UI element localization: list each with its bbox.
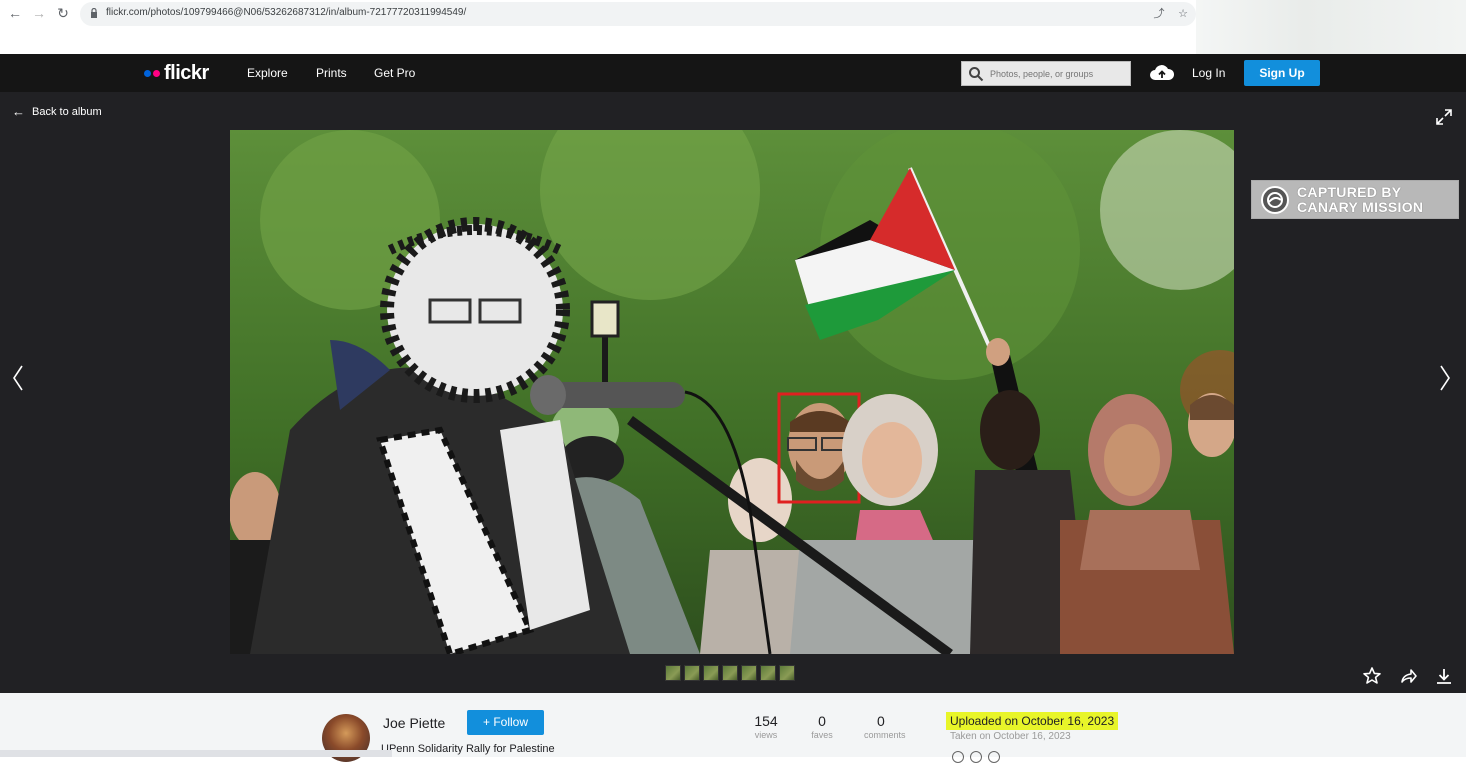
thumbnail[interactable] <box>741 665 757 681</box>
thumbnail[interactable] <box>703 665 719 681</box>
comments-stat: 0 comments <box>864 713 906 740</box>
watermark-text: CAPTURED BY CANARY MISSION <box>1297 183 1424 215</box>
forward-arrow-icon[interactable]: → <box>30 4 48 22</box>
photo-title: UPenn Solidarity Rally for Palestine <box>381 743 555 755</box>
main-photo[interactable] <box>230 130 1234 654</box>
download-icon[interactable] <box>1434 666 1454 686</box>
share-arrow-icon[interactable] <box>1398 666 1418 686</box>
thumbnail[interactable] <box>684 665 700 681</box>
previous-photo-icon[interactable] <box>11 364 25 392</box>
license-icon[interactable] <box>988 751 1000 763</box>
login-link[interactable]: Log In <box>1192 66 1225 80</box>
flickr-page: flickr Explore Prints Get Pro Log In Sig… <box>0 54 1466 693</box>
next-photo-icon[interactable] <box>1438 364 1452 392</box>
url-text: flickr.com/photos/109799466@N06/53262687… <box>106 7 467 18</box>
search-icon <box>969 67 984 82</box>
blurred-browser-area <box>1196 0 1466 54</box>
bookmark-star-icon[interactable]: ☆ <box>1176 7 1190 21</box>
search-input[interactable] <box>990 62 1128 85</box>
license-icon[interactable] <box>952 751 964 763</box>
logo-pink-dot <box>153 69 160 77</box>
faves-label: faves <box>811 730 833 740</box>
back-to-album-label: Back to album <box>32 105 102 118</box>
author-name[interactable]: Joe Piette <box>383 715 445 731</box>
favorite-star-icon[interactable] <box>1362 666 1382 686</box>
top-navigation: flickr Explore Prints Get Pro Log In Sig… <box>0 54 1466 92</box>
photo-image <box>230 130 1234 654</box>
comments-label: comments <box>864 730 906 740</box>
views-stat: 154 views <box>750 713 782 740</box>
faves-count: 0 <box>818 713 826 729</box>
thumbnail[interactable] <box>779 665 795 681</box>
canary-mission-logo-icon <box>1261 185 1289 214</box>
watermark-line-1: CAPTURED BY <box>1297 183 1402 200</box>
thumbnail[interactable] <box>665 665 681 681</box>
left-arrow-icon: ← <box>12 104 25 119</box>
license-icon[interactable] <box>970 751 982 763</box>
fullscreen-icon[interactable] <box>1435 108 1453 126</box>
taken-date: Taken on October 16, 2023 <box>950 731 1071 742</box>
back-to-album-link[interactable]: ← Back to album <box>12 104 102 119</box>
lock-icon <box>91 8 97 18</box>
browser-chrome: ← → ↻ flickr.com/photos/109799466@N06/53… <box>0 0 1466 54</box>
watermark-line-2: CANARY MISSION <box>1297 198 1424 215</box>
watermark-badge: CAPTURED BY CANARY MISSION <box>1251 180 1459 219</box>
address-bar[interactable]: flickr.com/photos/109799466@N06/53262687… <box>80 2 1196 26</box>
search-box[interactable] <box>961 61 1131 86</box>
nav-get-pro[interactable]: Get Pro <box>374 66 415 80</box>
comments-count: 0 <box>877 713 885 729</box>
thumbnail[interactable] <box>760 665 776 681</box>
signup-button[interactable]: Sign Up <box>1244 60 1320 86</box>
views-label: views <box>754 730 778 740</box>
follow-button[interactable]: + Follow <box>467 710 544 735</box>
back-arrow-icon[interactable]: ← <box>6 4 24 22</box>
logo-text: flickr <box>164 61 209 84</box>
thumbnail[interactable] <box>722 665 738 681</box>
views-count: 154 <box>754 713 778 729</box>
nav-prints[interactable]: Prints <box>316 66 347 80</box>
share-icon[interactable]: ⤴ <box>1152 7 1166 21</box>
logo-blue-dot <box>144 69 151 77</box>
nav-explore[interactable]: Explore <box>247 66 288 80</box>
reload-icon[interactable]: ↻ <box>54 4 72 22</box>
flickr-logo[interactable]: flickr <box>144 62 209 84</box>
album-thumbnail-strip <box>665 665 795 681</box>
upload-cloud-icon[interactable] <box>1149 63 1175 83</box>
browser-status-bar <box>0 750 392 757</box>
photo-info-bar: Joe Piette + Follow UPenn Solidarity Ral… <box>0 693 1466 763</box>
faves-stat: 0 faves <box>810 713 834 740</box>
upload-date: Uploaded on October 16, 2023 <box>946 712 1119 730</box>
